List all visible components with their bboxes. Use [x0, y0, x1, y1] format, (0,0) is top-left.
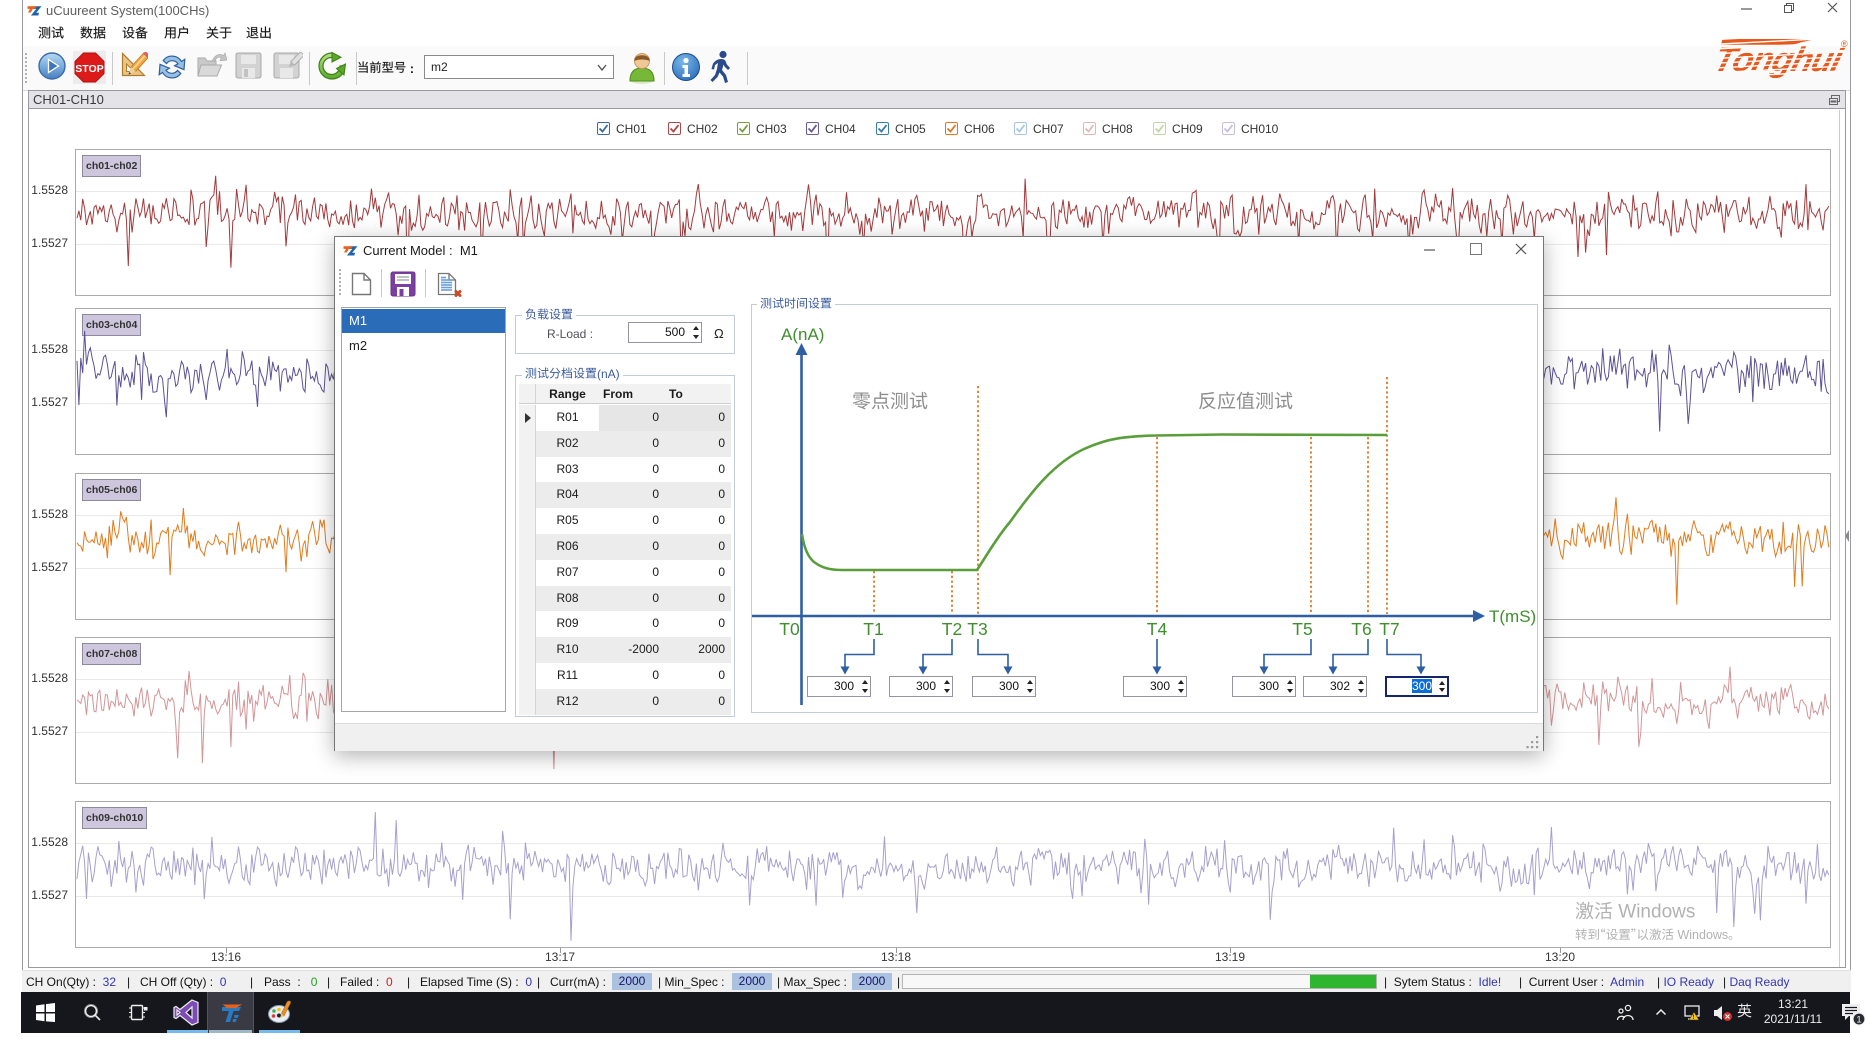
svg-text:T5: T5: [1292, 619, 1312, 639]
svg-text:T6: T6: [1351, 619, 1371, 639]
svg-text:T4: T4: [1147, 619, 1168, 639]
svg-text:A(nA): A(nA): [781, 325, 824, 344]
svg-text:T1: T1: [863, 619, 883, 639]
svg-text:T7: T7: [1379, 619, 1399, 639]
svg-text:T3: T3: [967, 619, 987, 639]
svg-text:T0: T0: [779, 619, 800, 639]
svg-text:T(mS): T(mS): [1489, 607, 1536, 626]
svg-text:®: ®: [1841, 39, 1848, 49]
svg-text:STOP: STOP: [75, 63, 103, 75]
svg-text:T2: T2: [942, 619, 962, 639]
svg-text:!: !: [1692, 1015, 1694, 1021]
svg-text:1: 1: [1856, 1015, 1861, 1026]
svg-text:Tonghui: Tonghui: [1710, 42, 1848, 79]
